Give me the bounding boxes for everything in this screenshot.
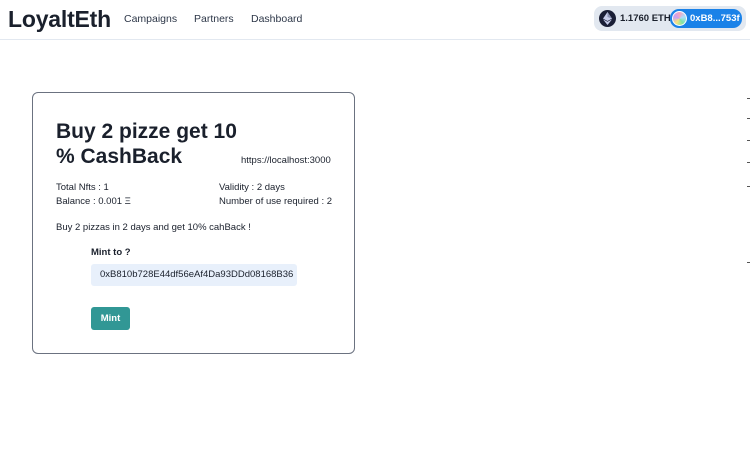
campaign-description: Buy 2 pizzas in 2 days and get 10% cahBa…	[56, 222, 251, 233]
brand-logo[interactable]: LoyaltEth	[8, 6, 111, 33]
uses-required: Number of use required : 2	[219, 196, 333, 207]
total-nfts: Total Nfts : 1	[56, 182, 109, 193]
campaign-validity: Validity : 2 days	[219, 182, 285, 193]
campaign-title: Buy 2 pizze get 10 % CashBack	[56, 120, 237, 168]
nav-link-campaigns[interactable]: Campaigns	[124, 13, 177, 25]
ethereum-icon	[599, 10, 616, 27]
wallet-widget[interactable]: 1.1760 ETH 0xB8...753f	[594, 6, 746, 31]
avatar	[672, 11, 687, 26]
nav-link-partners[interactable]: Partners	[194, 13, 234, 25]
account-button[interactable]: 0xB8...753f	[670, 9, 742, 28]
wallet-balance: 1.1760 ETH	[620, 13, 671, 24]
mint-to-label: Mint to ?	[91, 247, 131, 258]
campaign-url: https://localhost:3000	[241, 155, 331, 166]
navbar: LoyaltEth Campaigns Partners Dashboard 1…	[0, 0, 750, 40]
account-address: 0xB8...753f	[690, 13, 740, 24]
campaign-card: Buy 2 pizze get 10 % CashBack https://lo…	[32, 92, 355, 354]
campaign-balance: Balance : 0.001 Ξ	[56, 196, 131, 207]
nav-link-dashboard[interactable]: Dashboard	[251, 13, 302, 25]
mint-address-input[interactable]: 0xB810b728E44df56eAf4Da93DDd08168B36	[91, 264, 297, 286]
mint-button[interactable]: Mint	[91, 307, 130, 330]
scrollbar-edge	[745, 40, 750, 449]
